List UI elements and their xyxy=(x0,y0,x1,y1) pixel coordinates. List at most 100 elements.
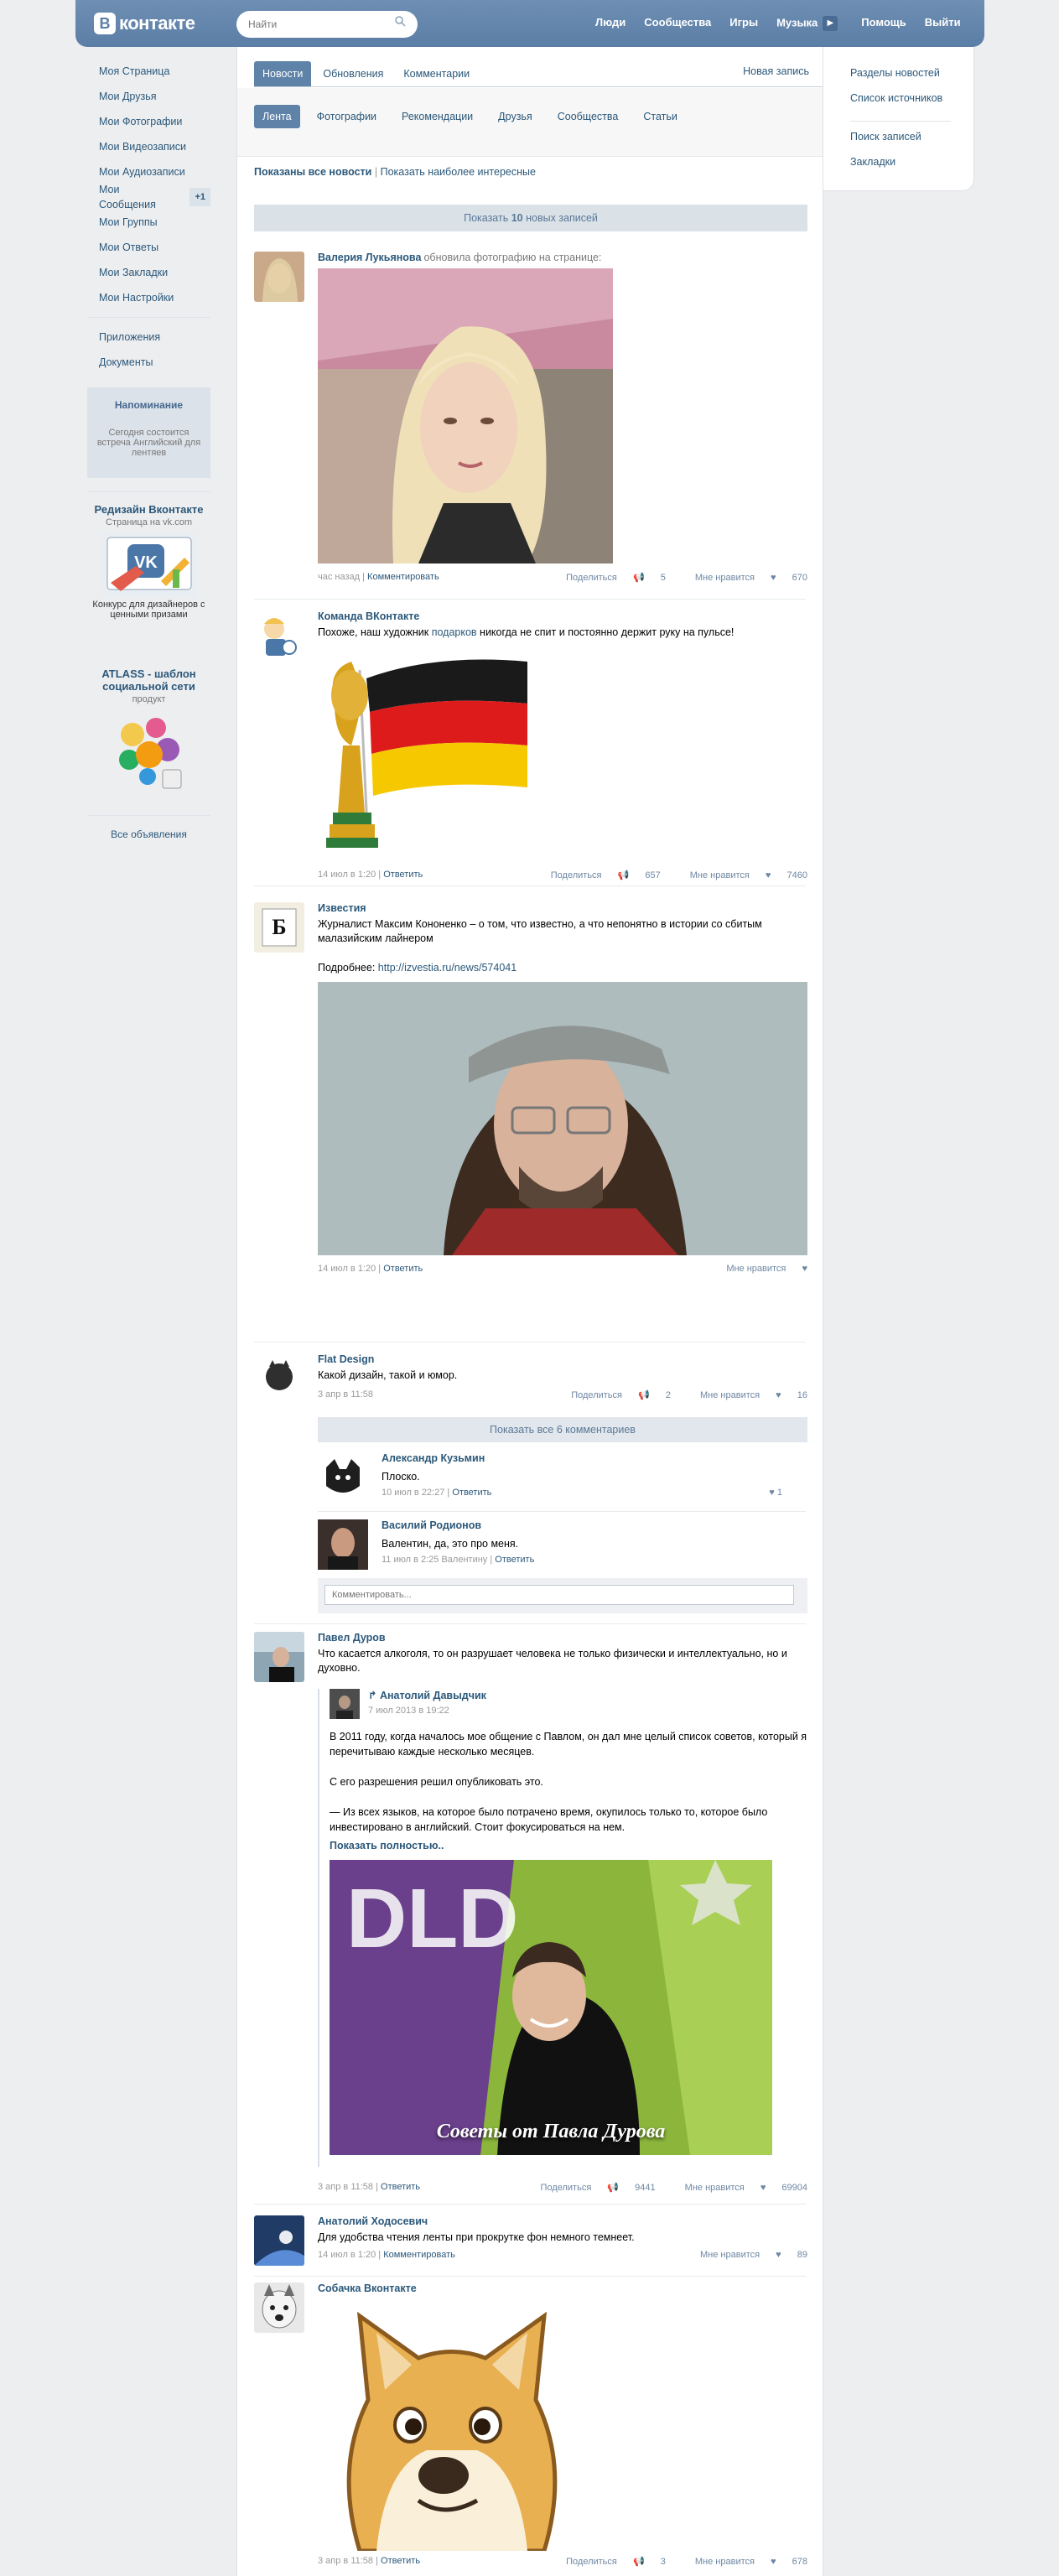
post-time[interactable]: час назад xyxy=(318,572,360,582)
nav-people[interactable]: Люди xyxy=(595,16,626,31)
new-post-link[interactable]: Новая запись xyxy=(743,65,809,77)
avatar[interactable] xyxy=(330,1689,360,1719)
share-button[interactable]: Поделиться 📢 3 xyxy=(553,2557,666,2567)
nav-music[interactable]: Музыка ▶ xyxy=(776,16,838,31)
nav-help[interactable]: Помощь xyxy=(861,16,906,31)
ad-redesign[interactable]: Редизайн Вконтакте Страница на vk.com VK… xyxy=(87,503,210,620)
like-button[interactable]: Мне нравится ♥ 7460 xyxy=(677,870,807,880)
share-button[interactable]: Поделиться 📢 5 xyxy=(553,573,666,583)
sidebar-item-friends[interactable]: Мои Друзья xyxy=(87,84,210,109)
post-text-link[interactable]: подарков xyxy=(432,626,477,638)
avatar[interactable] xyxy=(254,1353,304,1404)
shown-all-label[interactable]: Показаны все новости xyxy=(254,166,371,178)
share-button[interactable]: Поделиться 📢 657 xyxy=(537,870,661,880)
nav-games[interactable]: Игры xyxy=(729,16,758,31)
show-full-link[interactable]: Показать полностью.. xyxy=(330,1840,807,1852)
post-photo[interactable] xyxy=(318,982,807,1255)
sidebar-item-messages[interactable]: Мои Сообщения +1 xyxy=(87,184,210,210)
avatar[interactable] xyxy=(318,1519,368,1570)
news-sections-link[interactable]: Разделы новостей xyxy=(850,67,940,79)
avatar[interactable]: Б xyxy=(254,902,304,953)
search-icon[interactable] xyxy=(394,15,411,32)
bookmarks-link[interactable]: Закладки xyxy=(850,156,895,168)
comment-reply-link[interactable]: Ответить xyxy=(495,1555,534,1565)
nav-communities[interactable]: Сообщества xyxy=(644,16,711,31)
reply-link[interactable]: Ответить xyxy=(383,1264,423,1274)
post-time[interactable]: 3 апр в 11:58 xyxy=(318,2556,373,2566)
comment-reply-link[interactable]: Ответить xyxy=(452,1488,491,1498)
post-author[interactable]: Flat Design xyxy=(318,1353,807,1365)
article-link[interactable]: http://izvestia.ru/news/574041 xyxy=(378,962,517,974)
sidebar-item-settings[interactable]: Мои Настройки xyxy=(87,285,210,310)
repost-author[interactable]: ↱ Анатолий Давыдчик xyxy=(368,1689,486,1701)
show-all-comments-button[interactable]: Показать все 6 комментариев xyxy=(318,1417,807,1442)
sidebar-item-videos[interactable]: Мои Видеозаписи xyxy=(87,134,210,159)
sidebar-item-audio[interactable]: Мои Аудиозаписи xyxy=(87,159,210,184)
nav-logout[interactable]: Выйти xyxy=(925,16,961,31)
post-author[interactable]: Анатолий Ходосевич xyxy=(318,2215,807,2227)
subtab-friends[interactable]: Друзья xyxy=(490,105,541,128)
avatar[interactable] xyxy=(254,252,304,302)
subtab-recommendations[interactable]: Рекомендации xyxy=(393,105,481,128)
like-button[interactable]: Мне нравится ♥ 16 xyxy=(687,1390,807,1400)
avatar[interactable] xyxy=(318,1452,368,1503)
comment-author[interactable]: Александр Кузьмин xyxy=(382,1452,807,1464)
reply-link[interactable]: Ответить xyxy=(381,2182,420,2192)
comment-link[interactable]: Комментировать xyxy=(383,2250,455,2260)
post-image[interactable] xyxy=(318,645,536,863)
search-input[interactable] xyxy=(236,11,418,38)
post-author[interactable]: Известия xyxy=(318,902,807,914)
share-button[interactable]: Поделиться 📢 2 xyxy=(558,1390,671,1400)
comment-input[interactable] xyxy=(324,1585,794,1605)
post-photo[interactable] xyxy=(318,268,613,564)
avatar[interactable] xyxy=(254,610,304,661)
like-button[interactable]: Мне нравится ♥ 678 xyxy=(682,2557,807,2567)
sidebar-item-my-page[interactable]: Моя Страница xyxy=(87,59,210,84)
post-author[interactable]: Команда ВКонтакте xyxy=(318,610,807,622)
post-time[interactable]: 3 апр в 11:58 xyxy=(318,1389,373,1400)
tab-comments[interactable]: Комментарии xyxy=(395,61,478,86)
search-posts-link[interactable]: Поиск записей xyxy=(850,131,921,143)
like-button[interactable]: Мне нравится ♥ 69904 xyxy=(672,2183,807,2193)
subtab-photos[interactable]: Фотографии xyxy=(309,105,385,128)
comment-like-button[interactable]: ♥ 1 xyxy=(769,1488,782,1498)
play-icon[interactable]: ▶ xyxy=(823,16,838,31)
repost-image[interactable]: DLD Советы от Павла Дурова xyxy=(330,1860,772,2155)
tab-updates[interactable]: Обновления xyxy=(314,61,392,86)
like-button[interactable]: Мне нравится ♥ 670 xyxy=(682,573,807,583)
post-author[interactable]: Павел Дуров xyxy=(318,1632,807,1644)
ad-atlass[interactable]: ATLASS - шаблон социальной сети продукт xyxy=(87,667,210,797)
repost-date[interactable]: 7 июл 2013 в 19:22 xyxy=(368,1706,449,1716)
sidebar-item-photos[interactable]: Мои Фотографии xyxy=(87,109,210,134)
subtab-feed[interactable]: Лента xyxy=(254,105,300,128)
post-author[interactable]: Собачка Вконтакте xyxy=(318,2283,807,2294)
sources-list-link[interactable]: Список источников xyxy=(850,92,942,104)
sidebar-item-bookmarks[interactable]: Мои Закладки xyxy=(87,260,210,285)
subtab-articles[interactable]: Статьи xyxy=(635,105,686,128)
show-interesting-link[interactable]: Показать наиболее интересные xyxy=(381,166,536,178)
tab-news[interactable]: Новости xyxy=(254,61,312,86)
comment-author[interactable]: Василий Родионов xyxy=(382,1519,807,1531)
post-sticker[interactable] xyxy=(318,2299,586,2551)
avatar[interactable] xyxy=(254,2283,304,2333)
comment-time[interactable]: 11 июл в 2:25 Валентину xyxy=(382,1555,487,1565)
post-time[interactable]: 14 июл в 1:20 xyxy=(318,2250,376,2260)
share-button[interactable]: Поделиться 📢 9441 xyxy=(527,2183,656,2193)
subtab-communities[interactable]: Сообщества xyxy=(549,105,627,128)
all-ads-link[interactable]: Все объявления xyxy=(87,828,210,840)
avatar[interactable] xyxy=(254,2215,304,2266)
sidebar-item-answers[interactable]: Мои Ответы xyxy=(87,235,210,260)
sidebar-item-apps[interactable]: Приложения xyxy=(87,325,210,350)
reply-link[interactable]: Ответить xyxy=(381,2556,420,2566)
avatar[interactable] xyxy=(254,1632,304,1682)
reminder-box[interactable]: Напоминание Сегодня состоится встреча Ан… xyxy=(87,387,210,478)
post-time[interactable]: 14 июл в 1:20 xyxy=(318,870,376,880)
post-time[interactable]: 14 июл в 1:20 xyxy=(318,1264,376,1274)
comment-link[interactable]: Комментировать xyxy=(367,572,439,582)
post-time[interactable]: 3 апр в 11:58 xyxy=(318,2182,373,2192)
post-author[interactable]: Валерия Лукьянова xyxy=(318,252,421,263)
sidebar-item-groups[interactable]: Мои Группы xyxy=(87,210,210,235)
comment-time[interactable]: 10 июл в 22:27 xyxy=(382,1488,444,1498)
ad-image[interactable]: VK xyxy=(101,532,196,598)
ad-image[interactable] xyxy=(107,709,191,797)
